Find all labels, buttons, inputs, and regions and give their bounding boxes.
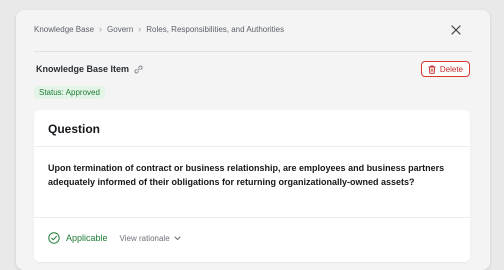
breadcrumb-govern[interactable]: Govern bbox=[107, 25, 133, 34]
header-divider bbox=[34, 51, 472, 52]
item-title: Knowledge Base Item bbox=[36, 64, 130, 74]
check-circle-icon bbox=[48, 232, 60, 244]
breadcrumb-roles[interactable]: Roles, Responsibilities, and Authorities bbox=[146, 25, 284, 34]
close-button[interactable] bbox=[446, 20, 466, 40]
question-text: Upon termination of contract or business… bbox=[48, 163, 445, 187]
breadcrumb-knowledge-base[interactable]: Knowledge Base bbox=[34, 25, 94, 34]
view-rationale-label: View rationale bbox=[119, 233, 170, 243]
answer-row: Applicable View rationale bbox=[48, 232, 181, 244]
question-card: Question Upon termination of contract or… bbox=[34, 110, 470, 262]
knowledge-base-item-panel: Knowledge Base › Govern › Roles, Respons… bbox=[16, 10, 490, 270]
chevron-right-icon: › bbox=[138, 24, 142, 34]
panel-header: Knowledge Base › Govern › Roles, Respons… bbox=[16, 10, 490, 52]
link-icon[interactable] bbox=[134, 65, 143, 74]
view-rationale-toggle[interactable]: View rationale bbox=[120, 234, 181, 243]
delete-button[interactable]: Delete bbox=[420, 61, 470, 77]
trash-icon bbox=[428, 65, 436, 74]
item-title-row: Knowledge Base Item bbox=[36, 64, 143, 74]
status-badge: Status: Approved bbox=[34, 86, 105, 99]
delete-label: Delete bbox=[439, 64, 463, 74]
answer-applicable-label: Applicable bbox=[66, 233, 108, 243]
chevron-down-icon bbox=[174, 236, 181, 240]
card-footer-divider bbox=[34, 217, 470, 218]
card-title-divider bbox=[34, 146, 470, 147]
close-icon bbox=[451, 25, 461, 35]
card-title: Question bbox=[48, 122, 101, 136]
chevron-right-icon: › bbox=[99, 24, 103, 34]
breadcrumb: Knowledge Base › Govern › Roles, Respons… bbox=[34, 24, 284, 34]
